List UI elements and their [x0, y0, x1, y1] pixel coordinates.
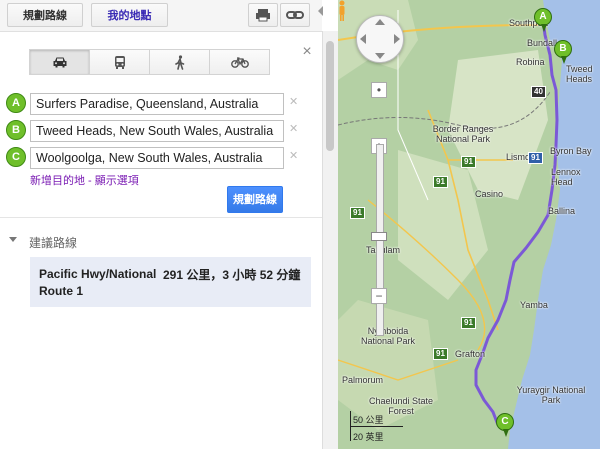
mode-bike-button[interactable] [209, 49, 270, 75]
map-marker-c-icon[interactable]: C [496, 413, 514, 437]
mode-walk-button[interactable] [149, 49, 210, 75]
suggested-routes-heading: 建議路線 [29, 236, 78, 250]
map-label: Border Ranges National Park [432, 124, 494, 144]
get-directions-button[interactable]: 規劃路線 [227, 186, 283, 213]
route-shield: 91 [350, 207, 365, 219]
remove-waypoint-c-icon[interactable]: ✕ [289, 149, 298, 162]
scale-metric-label: 50 公里 [353, 415, 384, 425]
route-shield: 40 [531, 86, 546, 98]
close-icon[interactable]: × [300, 44, 314, 60]
map-label: Yuraygir National Park [516, 385, 586, 405]
scrollbar-thumb[interactable] [326, 41, 334, 151]
location-icon[interactable]: • [371, 82, 387, 98]
link-separator: - [85, 175, 95, 187]
map-label: Palmorum [342, 375, 384, 385]
route-summary: 291 公里，3 小時 52 分鐘 [163, 268, 301, 282]
pan-right-icon[interactable] [394, 34, 400, 44]
map-label: Tweed Heads [566, 64, 593, 84]
waypoint-c-input[interactable] [30, 147, 284, 169]
waypoint-a-input[interactable] [30, 93, 284, 115]
pan-down-icon[interactable] [375, 53, 385, 59]
divider [0, 217, 322, 218]
route-option[interactable]: Pacific Hwy/National Route 1 291 公里，3 小時… [30, 257, 311, 307]
pan-control[interactable] [356, 15, 404, 63]
marker-c-icon[interactable]: C [6, 147, 26, 167]
destination-options-links: 新增目的地 - 顯示選項 [30, 172, 139, 188]
marker-b-icon[interactable]: B [6, 120, 26, 140]
map-label: Casino [475, 189, 504, 199]
directions-tab-button[interactable]: 規劃路線 [7, 3, 83, 27]
waypoint-row-a: A ✕ [6, 93, 306, 115]
link-button[interactable] [280, 3, 310, 27]
print-icon [256, 9, 270, 22]
car-icon [53, 57, 66, 68]
print-button[interactable] [248, 3, 278, 27]
waypoint-row-c: C ✕ [6, 147, 306, 169]
directions-panel: 規劃路線 我的地點 × A Surfers Paradise, Queensla… [0, 0, 323, 449]
waypoint-row-b: B ✕ [6, 120, 306, 142]
bus-icon [114, 56, 125, 69]
route-shield: 91 [461, 156, 476, 168]
remove-waypoint-a-icon[interactable]: ✕ [289, 95, 298, 108]
show-options-link[interactable]: 顯示選項 [95, 175, 139, 187]
zoom-control: • + − [371, 82, 389, 336]
route-shield: 91 [461, 317, 476, 329]
zoom-out-button[interactable]: − [371, 288, 387, 304]
map-label: Ballina [548, 206, 576, 216]
waypoint-b-input[interactable] [30, 120, 284, 142]
collapse-triangle-icon[interactable] [9, 237, 17, 242]
add-destination-link[interactable]: 新增目的地 [30, 175, 85, 187]
pegman-icon[interactable] [338, 0, 346, 22]
walk-icon [174, 54, 184, 70]
top-toolbar: 規劃路線 我的地點 [0, 0, 323, 32]
pan-left-icon[interactable] [360, 34, 366, 44]
collapse-panel-icon[interactable] [318, 6, 323, 16]
scale-imperial-label: 20 英里 [353, 432, 384, 442]
route-shield: 91 [528, 152, 543, 164]
map-label: Bundall [527, 38, 558, 48]
pan-up-icon[interactable] [375, 19, 385, 25]
map-label: Lennox Head [551, 167, 581, 187]
map-label: Grafton [455, 349, 486, 359]
mode-car-button[interactable] [29, 49, 90, 75]
mode-transit-button[interactable] [89, 49, 150, 75]
map-marker-a-icon[interactable]: A [534, 8, 552, 32]
travel-mode-selector [29, 49, 270, 75]
zoom-slider-handle[interactable] [371, 232, 387, 241]
my-maps-tab-button[interactable]: 我的地點 [91, 3, 168, 27]
map-canvas[interactable]: Southport Bundall Robina Tweed Heads Bor… [338, 0, 600, 449]
marker-a-icon[interactable]: A [6, 93, 26, 113]
link-icon [286, 11, 304, 19]
bike-icon [230, 57, 249, 68]
map-label: Nymboida National Park [360, 326, 416, 346]
route-name: Pacific Hwy/National Route 1 [39, 267, 157, 298]
route-shield: 91 [433, 348, 448, 360]
map-label: Byron Bay [550, 146, 592, 156]
map-label: Yamba [520, 300, 548, 310]
map-scale: 50 公里 20 英里 [350, 411, 420, 443]
map-marker-b-icon[interactable]: B [554, 40, 572, 64]
remove-waypoint-b-icon[interactable]: ✕ [289, 122, 298, 135]
panel-scrollbar[interactable] [322, 31, 338, 449]
route-shield: 91 [433, 176, 448, 188]
map-label: Robina [516, 57, 545, 67]
